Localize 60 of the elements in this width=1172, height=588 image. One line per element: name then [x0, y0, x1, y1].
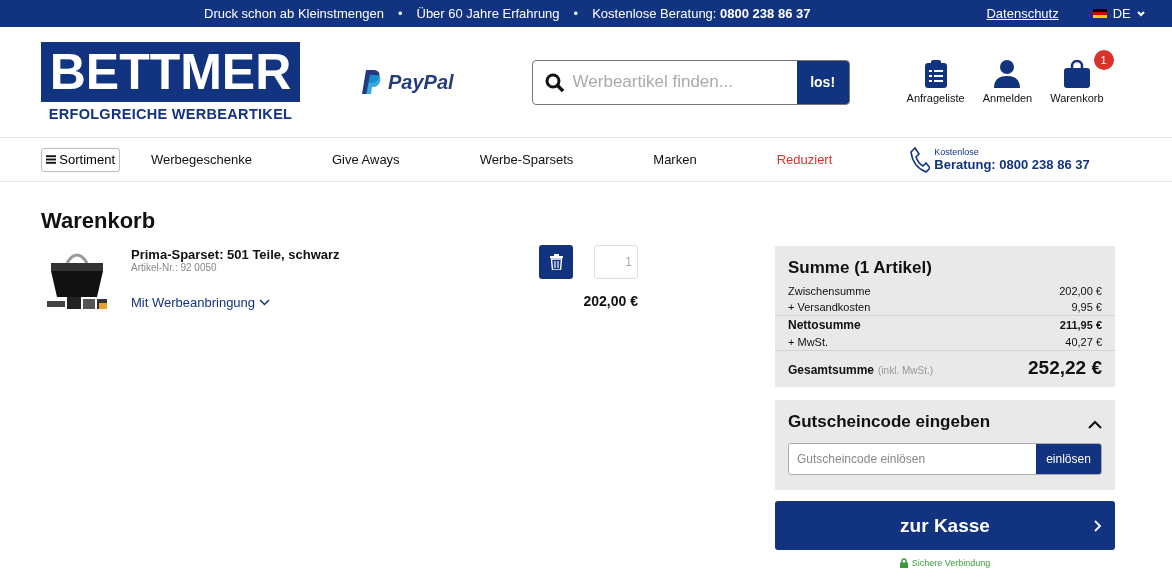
checkout-button[interactable]: zur Kasse — [775, 501, 1115, 550]
language-selector[interactable]: DE — [1112, 6, 1131, 21]
secure-note: Sichere Verbindung — [911, 558, 991, 568]
menu-button[interactable]: Sortiment — [41, 147, 120, 172]
trash-icon — [549, 254, 563, 270]
summary-value: 202,00 € — [1059, 285, 1102, 297]
article-number: Artikel-Nr.: 92 0050 — [131, 262, 218, 273]
separator: • — [573, 6, 579, 21]
summary-value: 40,27 € — [1065, 336, 1102, 348]
phone-icon — [910, 146, 931, 173]
delete-button[interactable] — [539, 245, 573, 279]
summary-value: 252,22 € — [1028, 357, 1102, 379]
header-link[interactable]: Anmelden — [982, 60, 1033, 104]
clipboard-icon — [924, 60, 947, 88]
summary-title: Summe (1 Artikel) — [788, 258, 933, 278]
user-icon — [994, 60, 1021, 88]
voucher-title[interactable]: Gutscheincode eingeben — [788, 412, 991, 432]
voucher-field[interactable]: Gutscheincode einlösen einlösen — [788, 443, 1102, 475]
top-bar-text: Kostenlose Beratung: 0800 238 86 37 — [592, 6, 811, 21]
logo-tagline: ERFOLGREICHE WERBEARTIKEL — [48, 106, 293, 122]
cart-badge: 1 — [1093, 50, 1114, 70]
page-title: Warenkorb — [41, 208, 157, 234]
nav-link[interactable]: Werbe-Sparsets — [479, 152, 574, 167]
option-toggle[interactable]: Mit Werbeanbringung — [131, 295, 539, 310]
chevron-icon — [259, 299, 271, 306]
shopping-bag-icon — [1063, 60, 1090, 88]
summary-label: Zwischensumme — [788, 285, 871, 297]
separator: • — [397, 6, 403, 21]
redeem-button[interactable]: einlösen — [1036, 444, 1101, 474]
summary-value: 211,95 € — [1059, 319, 1102, 331]
top-bar-text: Über 60 Jahre Erfahrung — [416, 6, 560, 21]
nav-link[interactable]: Werbegeschenke — [151, 152, 252, 167]
chevron-up-icon[interactable] — [1088, 420, 1102, 429]
lock-icon — [899, 558, 908, 568]
search-button[interactable]: los! — [796, 60, 849, 104]
product-name[interactable]: Prima-Sparset: 501 Teile, schwarz — [131, 247, 539, 262]
nav-link[interactable]: Marken — [653, 152, 697, 167]
menu-icon — [46, 155, 57, 164]
caret-icon — [1136, 10, 1145, 17]
top-bar-text: Druck schon ab Kleinstmengen — [204, 6, 384, 21]
summary-value: 9,95 € — [1071, 301, 1102, 313]
summary-note: (inkl. MwSt.) — [878, 365, 934, 376]
header-link[interactable]: Anfrageliste — [906, 60, 965, 104]
nav-link[interactable]: Give Aways — [331, 152, 400, 167]
phone-number: Beratung: 0800 238 86 37 — [934, 157, 1090, 172]
summary-label: Nettosumme — [788, 318, 861, 332]
privacy-link[interactable]: Datenschutz — [986, 6, 1059, 21]
summary-label: Gesamtsumme — [788, 363, 875, 377]
flag-icon — [1092, 9, 1107, 18]
search-field[interactable]: Werbeartikel finden... los! — [531, 59, 850, 105]
search-icon — [544, 72, 565, 93]
chevron-icon — [1094, 520, 1101, 532]
summary-label: + MwSt. — [788, 336, 829, 348]
logo[interactable]: BETTMER — [41, 42, 300, 102]
summary-label: + Versandkosten — [788, 301, 871, 313]
item-price: 202,00 € — [583, 293, 638, 309]
paypal-icon — [362, 70, 382, 94]
payment-logo: PayPal — [388, 70, 454, 94]
phone-caption: Kostenlose — [934, 147, 980, 157]
nav-link[interactable]: Reduziert — [776, 152, 833, 167]
